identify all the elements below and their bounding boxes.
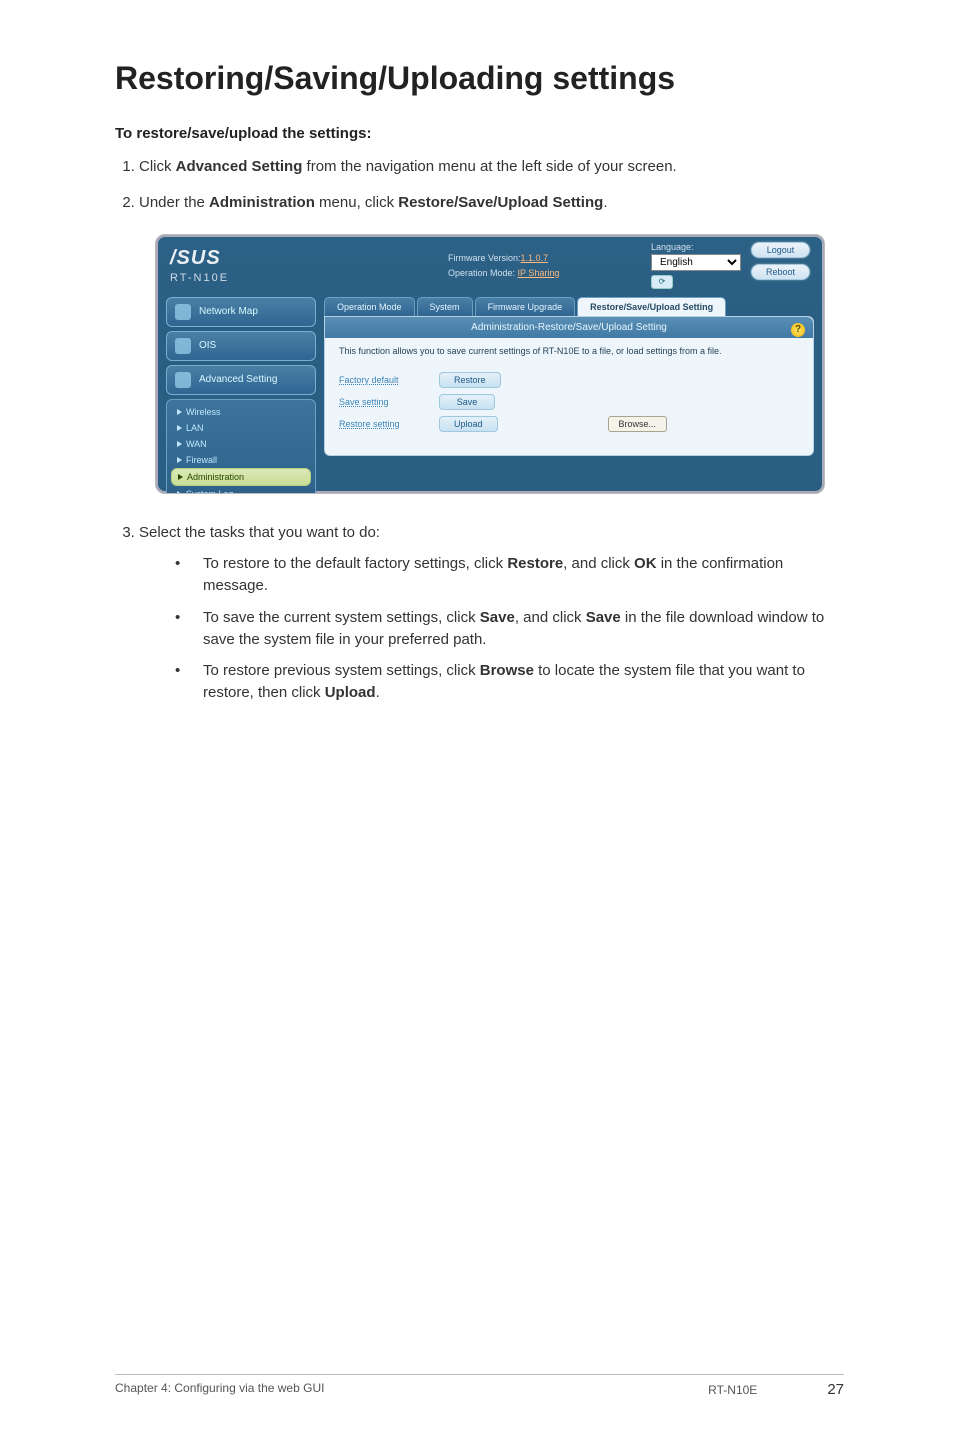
- sidebar-item-label: Administration: [187, 472, 244, 482]
- footer-chapter: Chapter 4: Configuring via the web GUI: [115, 1381, 324, 1398]
- tools-icon: [175, 372, 191, 388]
- sidebar-item-label: Network Map: [199, 306, 258, 317]
- asus-logo: /SUS: [170, 247, 328, 270]
- sidebar-item-label: System Log: [186, 489, 234, 494]
- sidebar-item-label: OIS: [199, 340, 216, 351]
- operation-mode-label: Operation Mode:: [448, 268, 518, 278]
- sidebar-item-label: Advanced Setting: [199, 374, 277, 385]
- bold: Restore/Save/Upload Setting: [398, 194, 603, 211]
- bold: Save: [480, 609, 515, 626]
- text: Click: [139, 158, 176, 175]
- chevron-right-icon: [177, 425, 182, 431]
- sidebar-item-firewall[interactable]: Firewall: [171, 452, 311, 468]
- factory-default-label: Factory default: [339, 375, 429, 385]
- bold: Advanced Setting: [176, 158, 303, 175]
- bullet-save: To save the current system settings, cli…: [175, 607, 844, 651]
- sidebar-item-network-map[interactable]: Network Map: [166, 297, 316, 327]
- refresh-icon[interactable]: ⟳: [651, 275, 673, 289]
- step-2: Under the Administration menu, click Res…: [139, 192, 844, 214]
- sidebar-item-system-log[interactable]: System Log: [171, 486, 311, 494]
- router-ui-screenshot: /SUS RT-N10E Firmware Version:1.1.0.7 Op…: [155, 234, 825, 494]
- bold: Restore: [507, 555, 563, 572]
- upload-button[interactable]: Upload: [439, 416, 498, 432]
- text: To restore to the default factory settin…: [203, 555, 507, 572]
- sidebar-item-wan[interactable]: WAN: [171, 436, 311, 452]
- text: menu, click: [315, 194, 398, 211]
- tab-firmware-upgrade[interactable]: Firmware Upgrade: [475, 297, 576, 316]
- text: from the navigation menu at the left sid…: [302, 158, 676, 175]
- bold: Browse: [480, 662, 534, 679]
- panel-description: This function allows you to save current…: [325, 338, 813, 364]
- bullet-restore: To restore to the default factory settin…: [175, 553, 844, 597]
- logout-button[interactable]: Logout: [751, 242, 810, 258]
- page-number: 27: [827, 1381, 844, 1398]
- sidebar-item-label: LAN: [186, 423, 204, 433]
- sidebar-item-ois[interactable]: OIS: [166, 331, 316, 361]
- bold: Administration: [209, 194, 315, 211]
- sidebar-item-advanced-setting[interactable]: Advanced Setting: [166, 365, 316, 395]
- sidebar-item-administration[interactable]: Administration: [171, 468, 311, 486]
- tab-system[interactable]: System: [417, 297, 473, 316]
- text: Select the tasks that you want to do:: [139, 524, 380, 541]
- sidebar-item-wireless[interactable]: Wireless: [171, 404, 311, 420]
- reboot-button[interactable]: Reboot: [751, 264, 810, 280]
- save-button[interactable]: Save: [439, 394, 495, 410]
- language-select[interactable]: English: [651, 254, 741, 271]
- sidebar-item-label: Firewall: [186, 455, 217, 465]
- step-3: Select the tasks that you want to do: To…: [139, 522, 844, 704]
- footer-model: RT-N10E: [708, 1383, 757, 1397]
- ois-icon: [175, 338, 191, 354]
- text: .: [603, 194, 607, 211]
- bold: Upload: [325, 684, 376, 701]
- sidebar-item-label: WAN: [186, 439, 207, 449]
- text: To restore previous system settings, cli…: [203, 662, 480, 679]
- text: Under the: [139, 194, 209, 211]
- restore-setting-label: Restore setting: [339, 419, 429, 429]
- bold: OK: [634, 555, 657, 572]
- firmware-version-label: Firmware Version:: [448, 253, 521, 263]
- tab-restore-save-upload[interactable]: Restore/Save/Upload Setting: [577, 297, 726, 316]
- chevron-right-icon: [177, 491, 182, 494]
- browse-button[interactable]: Browse...: [608, 416, 668, 432]
- network-map-icon: [175, 304, 191, 320]
- restore-button[interactable]: Restore: [439, 372, 501, 388]
- text: , and click: [515, 609, 586, 626]
- sidebar-item-lan[interactable]: LAN: [171, 420, 311, 436]
- bullet-browse: To restore previous system settings, cli…: [175, 660, 844, 704]
- page-title: Restoring/Saving/Uploading settings: [115, 60, 844, 97]
- model-label: RT-N10E: [170, 272, 328, 284]
- text: , and click: [563, 555, 634, 572]
- chevron-right-icon: [177, 457, 182, 463]
- chevron-right-icon: [178, 474, 183, 480]
- text: .: [376, 684, 380, 701]
- panel-title: Administration-Restore/Save/Upload Setti…: [325, 317, 813, 338]
- text: To save the current system settings, cli…: [203, 609, 480, 626]
- step-1: Click Advanced Setting from the navigati…: [139, 156, 844, 178]
- chevron-right-icon: [177, 409, 182, 415]
- firmware-version-link[interactable]: 1.1.0.7: [521, 253, 549, 263]
- tab-operation-mode[interactable]: Operation Mode: [324, 297, 415, 316]
- chevron-right-icon: [177, 441, 182, 447]
- language-label: Language:: [651, 242, 741, 252]
- sidebar-item-label: Wireless: [186, 407, 221, 417]
- section-subhead: To restore/save/upload the settings:: [115, 125, 844, 142]
- operation-mode-link[interactable]: IP Sharing: [518, 268, 560, 278]
- save-setting-label: Save setting: [339, 397, 429, 407]
- bold: Save: [586, 609, 621, 626]
- help-icon[interactable]: ?: [791, 323, 805, 337]
